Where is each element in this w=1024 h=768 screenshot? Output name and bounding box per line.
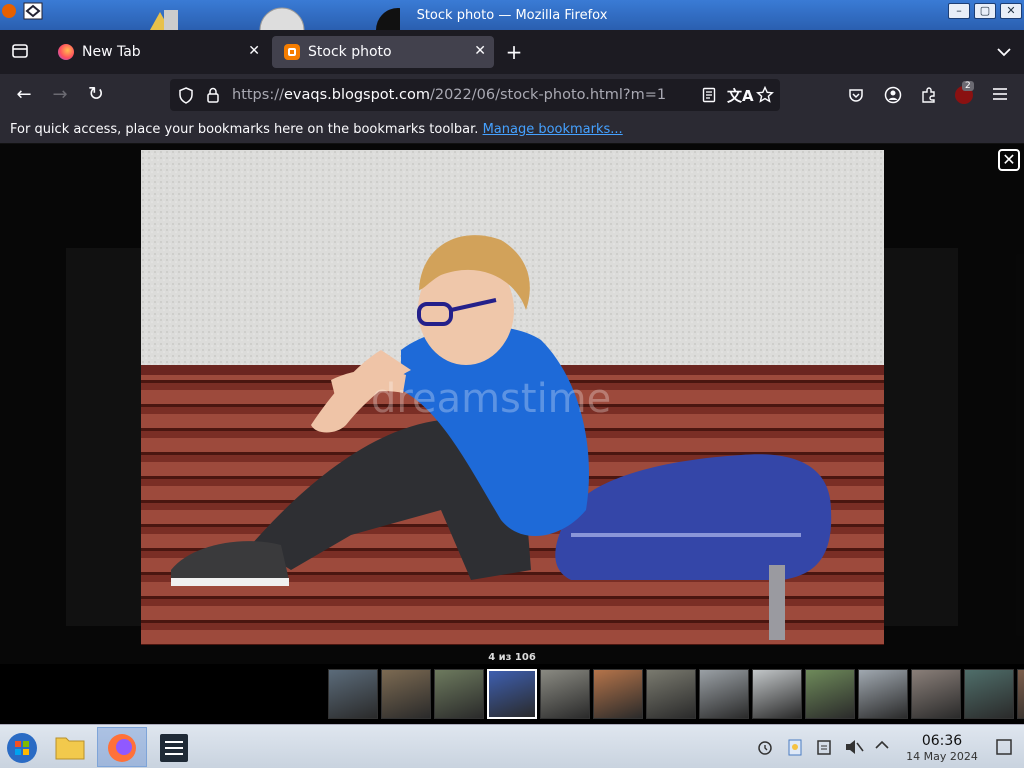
url-scheme: https:// [232, 87, 284, 103]
url-host: evaqs.blogspot.com [283, 87, 430, 103]
pocket-icon[interactable] [848, 87, 864, 103]
thumbnail[interactable] [964, 669, 1014, 719]
account-icon[interactable] [884, 86, 902, 104]
tracking-protection-shield-icon[interactable] [178, 87, 194, 104]
thumbnail[interactable] [805, 669, 855, 719]
show-desktop-icon[interactable] [995, 738, 1013, 756]
thumbnail-strip [0, 664, 1024, 724]
alarm-clock-icon[interactable] [756, 738, 774, 756]
chevron-up-icon[interactable] [875, 740, 889, 750]
new-tab-button[interactable]: + [504, 40, 524, 64]
lightbox-photo[interactable]: dreamstime [141, 150, 884, 645]
chevron-down-icon [997, 48, 1011, 57]
close-window-button[interactable]: ✕ [1000, 3, 1022, 19]
settings-taskbar-button[interactable] [152, 727, 196, 767]
mixer-settings-icon [160, 734, 188, 762]
thumbnail-active[interactable] [487, 669, 537, 719]
firefox-taskbar-button[interactable] [97, 727, 147, 767]
back-button[interactable]: ← [14, 84, 34, 105]
thumbnail[interactable] [646, 669, 696, 719]
firefox-icon [108, 734, 136, 762]
url-bar[interactable]: https://evaqs.blogspot.com/2022/06/stock… [170, 79, 780, 111]
clipboard-notes-icon[interactable] [786, 737, 804, 757]
reload-button[interactable]: ↻ [86, 83, 106, 105]
thumbnail[interactable] [540, 669, 590, 719]
minimize-button[interactable]: – [948, 3, 970, 19]
close-tab-icon[interactable]: ✕ [474, 43, 486, 59]
start-menu-button[interactable] [0, 727, 44, 767]
extension-badge: 2 [962, 81, 974, 91]
tab-bar: New Tab ✕ Stock photo ✕ + [0, 30, 1024, 74]
list-all-tabs-button[interactable] [994, 42, 1014, 61]
window-title: Stock photo — Mozilla Firefox [416, 8, 608, 23]
tab-label: New Tab [82, 44, 141, 60]
lightbox-close-button[interactable]: ✕ [998, 149, 1020, 171]
thumbnail[interactable] [381, 669, 431, 719]
thumbnail[interactable] [434, 669, 484, 719]
watermark-text: dreamstime [371, 376, 611, 422]
firefox-view-button[interactable] [10, 42, 30, 64]
url-text[interactable]: https://evaqs.blogspot.com/2022/06/stock… [232, 87, 666, 103]
lock-icon[interactable] [206, 87, 220, 103]
window-controls: – ▢ ✕ [948, 3, 1022, 19]
image-counter: 4 из 106 [488, 652, 536, 663]
thumbnail[interactable] [593, 669, 643, 719]
tab-stock-photo[interactable]: Stock photo ✕ [272, 36, 494, 68]
volume-muted-icon[interactable] [844, 738, 864, 756]
clipboard-icon[interactable] [815, 738, 833, 756]
folder-icon [55, 737, 85, 760]
hamburger-menu-icon[interactable] [992, 87, 1008, 101]
translate-icon[interactable]: 文A [727, 85, 754, 106]
taskbar: 06:36 14 May 2024 [0, 724, 1024, 768]
blogger-icon [284, 44, 300, 60]
thumbnail[interactable] [911, 669, 961, 719]
file-manager-button[interactable] [48, 727, 92, 767]
thumbnail[interactable] [328, 669, 378, 719]
reader-view-icon[interactable] [701, 87, 717, 103]
bookmark-star-icon[interactable] [756, 86, 774, 104]
window-titlebar: Stock photo — Mozilla Firefox – ▢ ✕ [0, 0, 1024, 30]
maximize-button[interactable]: ▢ [974, 3, 996, 19]
tab-label: Stock photo [308, 44, 392, 60]
page-content: dreamstime ✕ 4 из 106 [0, 144, 1024, 724]
manage-bookmarks-link[interactable]: Manage bookmarks... [483, 122, 623, 137]
extensions-puzzle-icon[interactable] [920, 86, 938, 104]
navigation-toolbar: ← → ↻ https://evaqs.blogspot.com/2022/06… [0, 74, 1024, 116]
forward-button[interactable]: → [50, 84, 70, 105]
bookmarks-toolbar: For quick access, place your bookmarks h… [0, 116, 1024, 144]
firefox-view-icon [12, 44, 28, 58]
clock-date[interactable]: 14 May 2024 [902, 750, 982, 763]
clock-time[interactable]: 06:36 [902, 733, 982, 749]
thumbnail[interactable] [1017, 669, 1024, 719]
close-tab-icon[interactable]: ✕ [248, 43, 260, 59]
thumbnail[interactable] [699, 669, 749, 719]
firefox-icon [58, 44, 74, 60]
thumbnail[interactable] [858, 669, 908, 719]
thumbnail[interactable] [752, 669, 802, 719]
boy-on-bench-photo: dreamstime [141, 150, 884, 645]
tab-new-tab[interactable]: New Tab ✕ [46, 36, 268, 68]
windows-start-orb-icon [7, 733, 37, 763]
bookmarks-hint-text: For quick access, place your bookmarks h… [10, 122, 483, 137]
url-path: /2022/06/stock-photo.html?m=1 [429, 87, 667, 103]
